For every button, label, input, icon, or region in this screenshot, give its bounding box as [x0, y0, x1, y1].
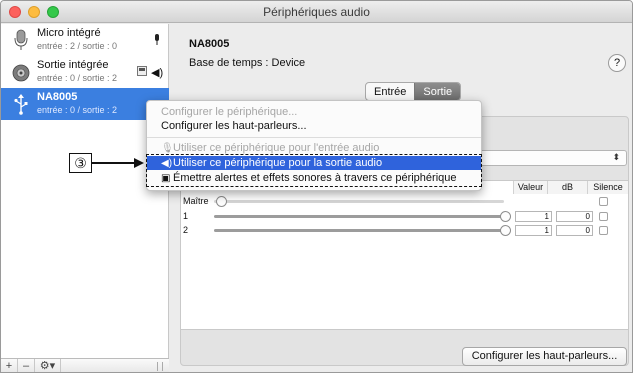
channel1-volume-slider[interactable]	[214, 215, 504, 218]
resize-handle[interactable]	[157, 362, 163, 371]
sidebar-toolbar: + – ⚙▾	[1, 358, 169, 372]
device-channels: entrée : 0 / sortie : 2	[37, 73, 118, 83]
channel2-db-field[interactable]: 0	[556, 225, 593, 236]
column-mute: Silence	[587, 181, 628, 194]
device-item-micro[interactable]: Micro intégré entrée : 2 / sortie : 0	[1, 24, 169, 56]
device-item-na8005[interactable]: NA8005 entrée : 0 / sortie : 2	[1, 88, 169, 120]
input-microphone-icon	[155, 34, 159, 45]
add-device-button[interactable]: +	[1, 359, 18, 372]
device-name: NA8005	[37, 91, 78, 103]
tab-input[interactable]: Entrée	[366, 83, 414, 100]
channel1-slider-knob[interactable]	[500, 211, 511, 222]
alerts-icon	[137, 66, 147, 76]
window-title: Périphériques audio	[263, 5, 370, 19]
configure-speakers-button[interactable]: Configurer les haut-parleurs...	[462, 347, 627, 366]
format-select[interactable]: ⬍	[477, 150, 627, 166]
clock-source: Base de temps : Device	[189, 57, 306, 69]
remove-device-button[interactable]: –	[18, 359, 35, 372]
help-button[interactable]: ?	[608, 54, 626, 72]
menu-separator	[147, 137, 481, 138]
menu-item-use-for-input[interactable]: 🎙Utiliser ce périphérique pour l'entrée …	[147, 141, 481, 155]
context-menu: Configurer le périphérique... Configurer…	[146, 100, 482, 191]
menu-item-configure-speakers[interactable]: Configurer les haut-parleurs...	[147, 119, 481, 133]
row-label: 2	[183, 225, 189, 235]
row-label: 1	[183, 211, 189, 221]
speaker-icon	[12, 64, 30, 82]
device-item-builtin-output[interactable]: Sortie intégrée entrée : 0 / sortie : 2 …	[1, 56, 169, 88]
usb-icon	[14, 94, 28, 115]
master-mute-checkbox[interactable]	[599, 197, 608, 206]
channel2-volume-slider[interactable]	[214, 229, 504, 232]
master-slider-knob[interactable]	[216, 196, 227, 207]
channel1-value-field[interactable]: 1	[515, 211, 552, 222]
tab-output[interactable]: Sortie	[414, 83, 461, 100]
callout-arrow-head	[134, 158, 144, 168]
device-name: Micro intégré	[37, 27, 101, 39]
gear-menu-button[interactable]: ⚙▾	[35, 359, 61, 372]
audio-devices-window: Périphériques audio Micro intégré entrée…	[0, 0, 633, 373]
device-channels: entrée : 2 / sortie : 0	[37, 41, 118, 51]
channel2-slider-knob[interactable]	[500, 225, 511, 236]
row-label: Maître	[183, 196, 209, 206]
column-value: Valeur	[513, 181, 547, 194]
menu-item-label: Utiliser ce périphérique pour l'entrée a…	[173, 142, 380, 154]
volume-table: Valeur dB Silence Maître 1 1 0 2 1 0	[181, 180, 628, 330]
device-detail-pane: NA8005 Base de temps : Device ? Entrée S…	[170, 24, 632, 372]
column-db: dB	[547, 181, 587, 194]
device-list: Micro intégré entrée : 2 / sortie : 0 So…	[1, 24, 169, 372]
menu-item-configure-device[interactable]: Configurer le périphérique...	[147, 105, 481, 119]
title-bar: Périphériques audio	[1, 1, 632, 23]
select-arrows-icon: ⬍	[612, 152, 620, 162]
step-callout-badge: ③	[69, 153, 92, 173]
io-tabs: Entrée Sortie	[365, 82, 462, 101]
callout-arrow-line	[92, 162, 134, 164]
master-volume-slider[interactable]	[214, 200, 504, 203]
channel2-mute-checkbox[interactable]	[599, 226, 608, 235]
channel1-db-field[interactable]: 0	[556, 211, 593, 222]
device-channels: entrée : 0 / sortie : 2	[37, 105, 118, 115]
microphone-icon	[14, 29, 28, 50]
channel2-value-field[interactable]: 1	[515, 225, 552, 236]
device-name: Sortie intégrée	[37, 59, 109, 71]
device-title: NA8005	[189, 38, 230, 50]
highlight-dashed-frame	[146, 154, 482, 187]
channel1-mute-checkbox[interactable]	[599, 212, 608, 221]
output-speaker-icon: ◀)	[151, 67, 164, 79]
